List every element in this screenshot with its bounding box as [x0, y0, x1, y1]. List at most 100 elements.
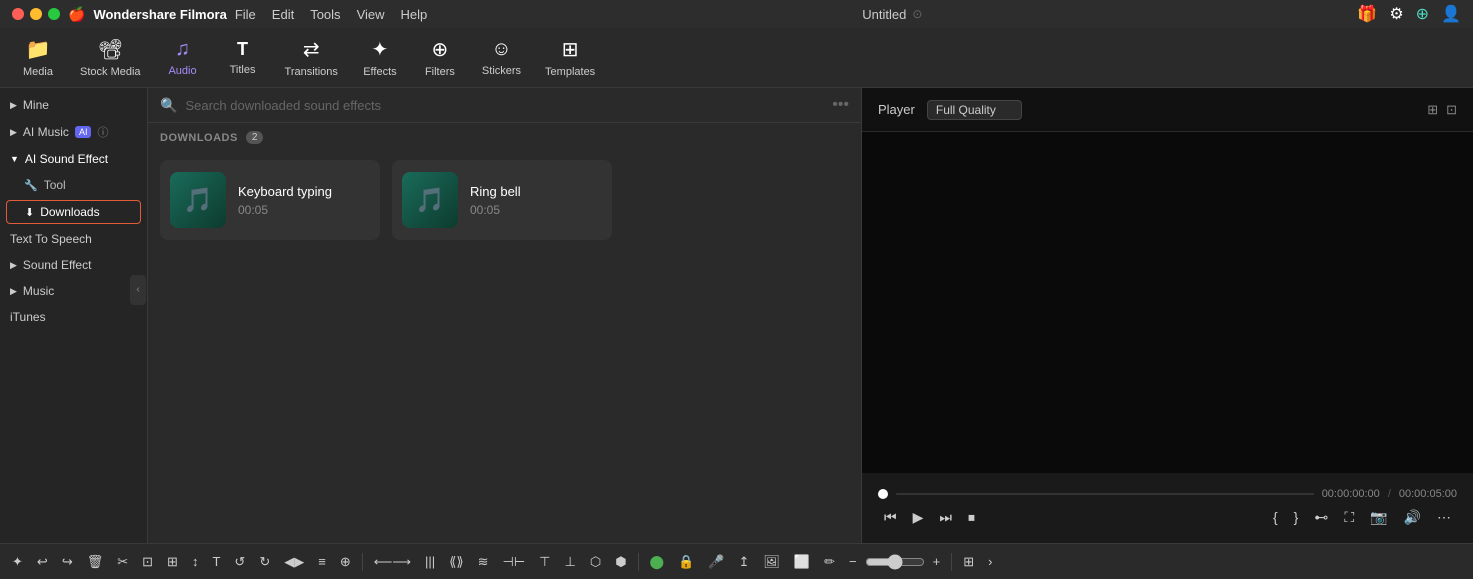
menu-edit[interactable]: Edit — [272, 7, 294, 22]
sound-card-keyboard-typing[interactable]: 🎵 Keyboard typing 00:05 — [160, 160, 380, 240]
out-point-button[interactable]: } — [1288, 506, 1305, 528]
sidebar-item-text-to-speech[interactable]: Text To Speech — [0, 226, 147, 252]
bt-redo-button[interactable]: ↪ — [56, 550, 79, 574]
chevron-right-icon: ▶ — [10, 100, 17, 111]
play-button[interactable]: ▶ — [907, 506, 930, 529]
fullscreen-button[interactable] — [48, 8, 60, 20]
bt-upload-button[interactable]: ↥ — [732, 550, 755, 574]
sidebar-ai-music-label: AI Music — [23, 125, 69, 139]
bt-rotate-right-button[interactable]: ↻ — [253, 550, 276, 574]
app-name: Wondershare Filmora — [93, 7, 226, 22]
toolbar-stock-media[interactable]: 📽 Stock Media — [68, 33, 153, 82]
sidebar-mine-label: Mine — [23, 98, 49, 112]
stickers-label: Stickers — [482, 65, 521, 77]
bt-snap-button[interactable]: ⟪⟫ — [443, 550, 469, 574]
bt-hexagon-button[interactable]: ⬡ — [584, 550, 607, 574]
time-current: 00:00:00:00 — [1322, 488, 1380, 500]
mark-button[interactable]: ⊷ — [1308, 506, 1334, 529]
resize-icon[interactable]: ⊡ — [1446, 102, 1457, 118]
progress-track[interactable] — [896, 493, 1314, 495]
fullscreen-preview-button[interactable]: ⛶ — [1338, 506, 1360, 529]
sidebar-item-ai-sound-effect[interactable]: ▼ AI Sound Effect — [0, 146, 147, 172]
sidebar-item-sound-effect[interactable]: ▶ Sound Effect — [0, 252, 147, 278]
grid-view-icon[interactable]: ⊞ — [1427, 102, 1438, 118]
bt-crop-button[interactable]: ⊡ — [136, 550, 159, 574]
bt-zoom-in-button[interactable]: + — [927, 550, 947, 573]
downloads-title: DOWNLOADS — [160, 132, 238, 144]
bt-grid-layout-button[interactable]: ⊞ — [957, 550, 980, 574]
bt-pen-button[interactable]: ✏ — [818, 550, 841, 574]
bt-lock-button[interactable]: 🔒 — [672, 550, 700, 574]
bottom-toolbar: ✦ ↩ ↪ 🗑 ✂ ⊡ ⊞ ↕ T ↺ ↻ ◀▶ ≡ ⊕ ⟵⟶ ||| ⟪⟫ ≋… — [0, 543, 1473, 579]
bt-trim-button[interactable]: ◀▶ — [278, 550, 310, 574]
menu-bar: File Edit Tools View Help — [235, 7, 427, 22]
stock-media-label: Stock Media — [80, 66, 141, 78]
menu-tools[interactable]: Tools — [310, 7, 340, 22]
toolbar-titles[interactable]: T Titles — [213, 35, 273, 80]
titles-icon: T — [237, 39, 248, 60]
bt-add-button[interactable]: ✦ — [6, 550, 29, 574]
quality-select[interactable]: Full Quality 1/2 Quality 1/4 Quality — [927, 100, 1022, 120]
stop-button[interactable]: ⏹ — [962, 506, 981, 529]
in-point-button[interactable]: { — [1267, 506, 1284, 528]
sidebar-item-downloads[interactable]: ⬇ Downloads — [6, 200, 141, 224]
bt-rotate-left-button[interactable]: ↺ — [228, 550, 251, 574]
titlebar-controls: 🎁 ⚙ ⊕ 👤 — [1357, 4, 1461, 24]
sound-card-ring-bell[interactable]: 🎵 Ring bell 00:05 — [392, 160, 612, 240]
bt-mic-button[interactable]: 🎤 — [702, 550, 730, 574]
close-button[interactable] — [12, 8, 24, 20]
bt-mark-out-button[interactable]: ⊥ — [559, 550, 582, 574]
bt-undo-button[interactable]: ↩ — [31, 550, 54, 574]
bt-link-button[interactable]: ⊣⊢ — [497, 550, 532, 574]
bt-text-button[interactable]: T — [206, 550, 226, 573]
bt-wave-button[interactable]: ≋ — [472, 550, 495, 574]
sidebar-item-tool[interactable]: 🔧 Tool — [0, 172, 147, 198]
toolbar-transitions[interactable]: ⇄ Transitions — [273, 33, 350, 82]
screenshot-button[interactable]: 📷 — [1364, 506, 1393, 529]
bt-caption-button[interactable]: ⬜ — [788, 550, 816, 574]
title-area: Untitled ⊙ — [862, 7, 922, 22]
search-input[interactable] — [185, 98, 824, 113]
bt-timeline-button[interactable]: ||| — [419, 550, 441, 573]
bt-add-track-button[interactable]: ⊕ — [334, 550, 357, 574]
bt-ai-button[interactable]: ⬢ — [609, 550, 632, 574]
audio-icon: ♫ — [175, 38, 190, 61]
bt-image-button[interactable]: 🖼 — [757, 550, 786, 574]
toolbar-filters[interactable]: ⊕ Filters — [410, 33, 470, 82]
document-title: Untitled — [862, 7, 906, 22]
bt-group-button[interactable]: ⊞ — [161, 550, 184, 574]
bt-green-indicator[interactable]: ⬤ — [644, 550, 671, 574]
toolbar-templates[interactable]: ⊞ Templates — [533, 33, 607, 82]
progress-indicator[interactable] — [878, 489, 888, 499]
more-button[interactable]: ⋯ — [1431, 506, 1457, 529]
sidebar-item-itunes[interactable]: iTunes — [0, 304, 147, 330]
bt-cut-button[interactable]: ✂ — [111, 550, 134, 574]
toolbar-stickers[interactable]: ☺ Stickers — [470, 34, 533, 81]
bt-mark-in-button[interactable]: ⊤ — [533, 550, 556, 574]
toolbar-media[interactable]: 📁 Media — [8, 33, 68, 82]
sidebar-item-mine[interactable]: ▶ Mine — [0, 92, 147, 118]
bt-delete-button[interactable]: 🗑 — [81, 550, 110, 574]
minimize-button[interactable] — [30, 8, 42, 20]
sidebar-collapse-button[interactable]: ‹ — [130, 275, 146, 305]
bt-speed-button[interactable]: ⟵⟶ — [368, 550, 417, 574]
more-options-icon[interactable]: ••• — [832, 96, 849, 114]
menu-file[interactable]: File — [235, 7, 256, 22]
next-frame-button[interactable]: ⏭ — [933, 506, 958, 529]
titles-label: Titles — [230, 64, 256, 76]
templates-icon: ⊞ — [562, 37, 579, 62]
menu-help[interactable]: Help — [401, 7, 428, 22]
zoom-slider[interactable] — [865, 554, 925, 570]
toolbar-audio[interactable]: ♫ Audio — [153, 34, 213, 81]
prev-frame-button[interactable]: ⏮ — [878, 506, 903, 529]
bt-scale-button[interactable]: ↕ — [186, 550, 205, 573]
bt-zoom-out-button[interactable]: − — [843, 550, 863, 573]
sidebar-item-ai-music[interactable]: ▶ AI Music AI ⓘ — [0, 118, 147, 146]
sidebar-item-music[interactable]: ▶ Music — [0, 278, 147, 304]
bt-split-button[interactable]: ≡ — [312, 550, 332, 573]
volume-button[interactable]: 🔊 — [1398, 506, 1427, 529]
bt-more-options-button[interactable]: › — [982, 550, 998, 573]
progress-row: 00:00:00:00 / 00:00:05:00 — [878, 488, 1457, 500]
menu-view[interactable]: View — [357, 7, 385, 22]
toolbar-effects[interactable]: ✦ Effects — [350, 33, 410, 82]
